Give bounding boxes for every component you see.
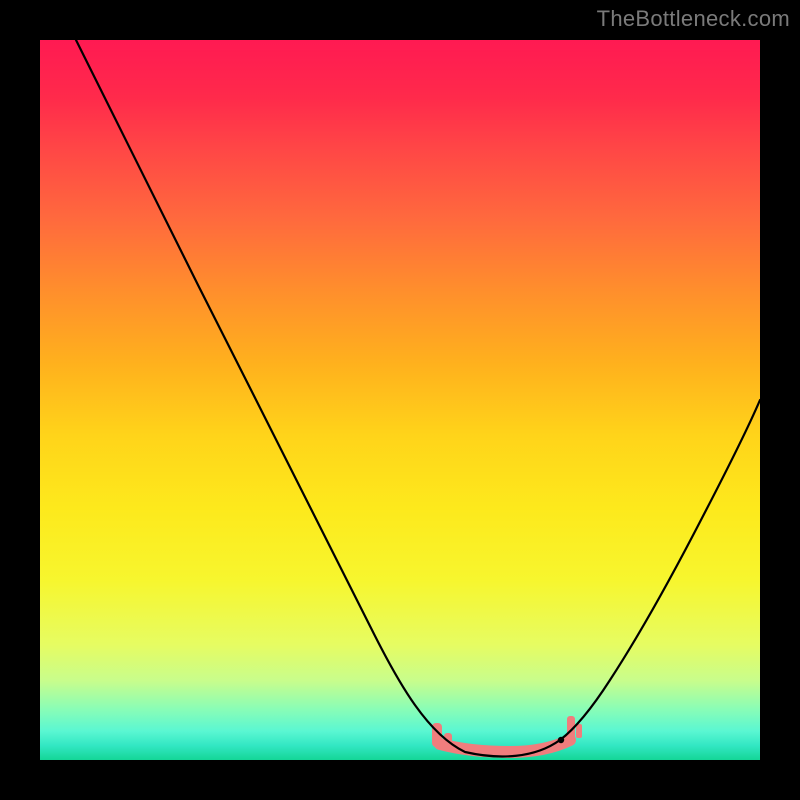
chart-overlay bbox=[40, 40, 760, 760]
min-marker-dot bbox=[558, 737, 564, 743]
attribution-watermark: TheBottleneck.com bbox=[597, 6, 790, 32]
chart-frame: TheBottleneck.com bbox=[0, 0, 800, 800]
optimal-range-right-tick-2 bbox=[576, 724, 582, 738]
bottleneck-curve bbox=[76, 40, 760, 756]
